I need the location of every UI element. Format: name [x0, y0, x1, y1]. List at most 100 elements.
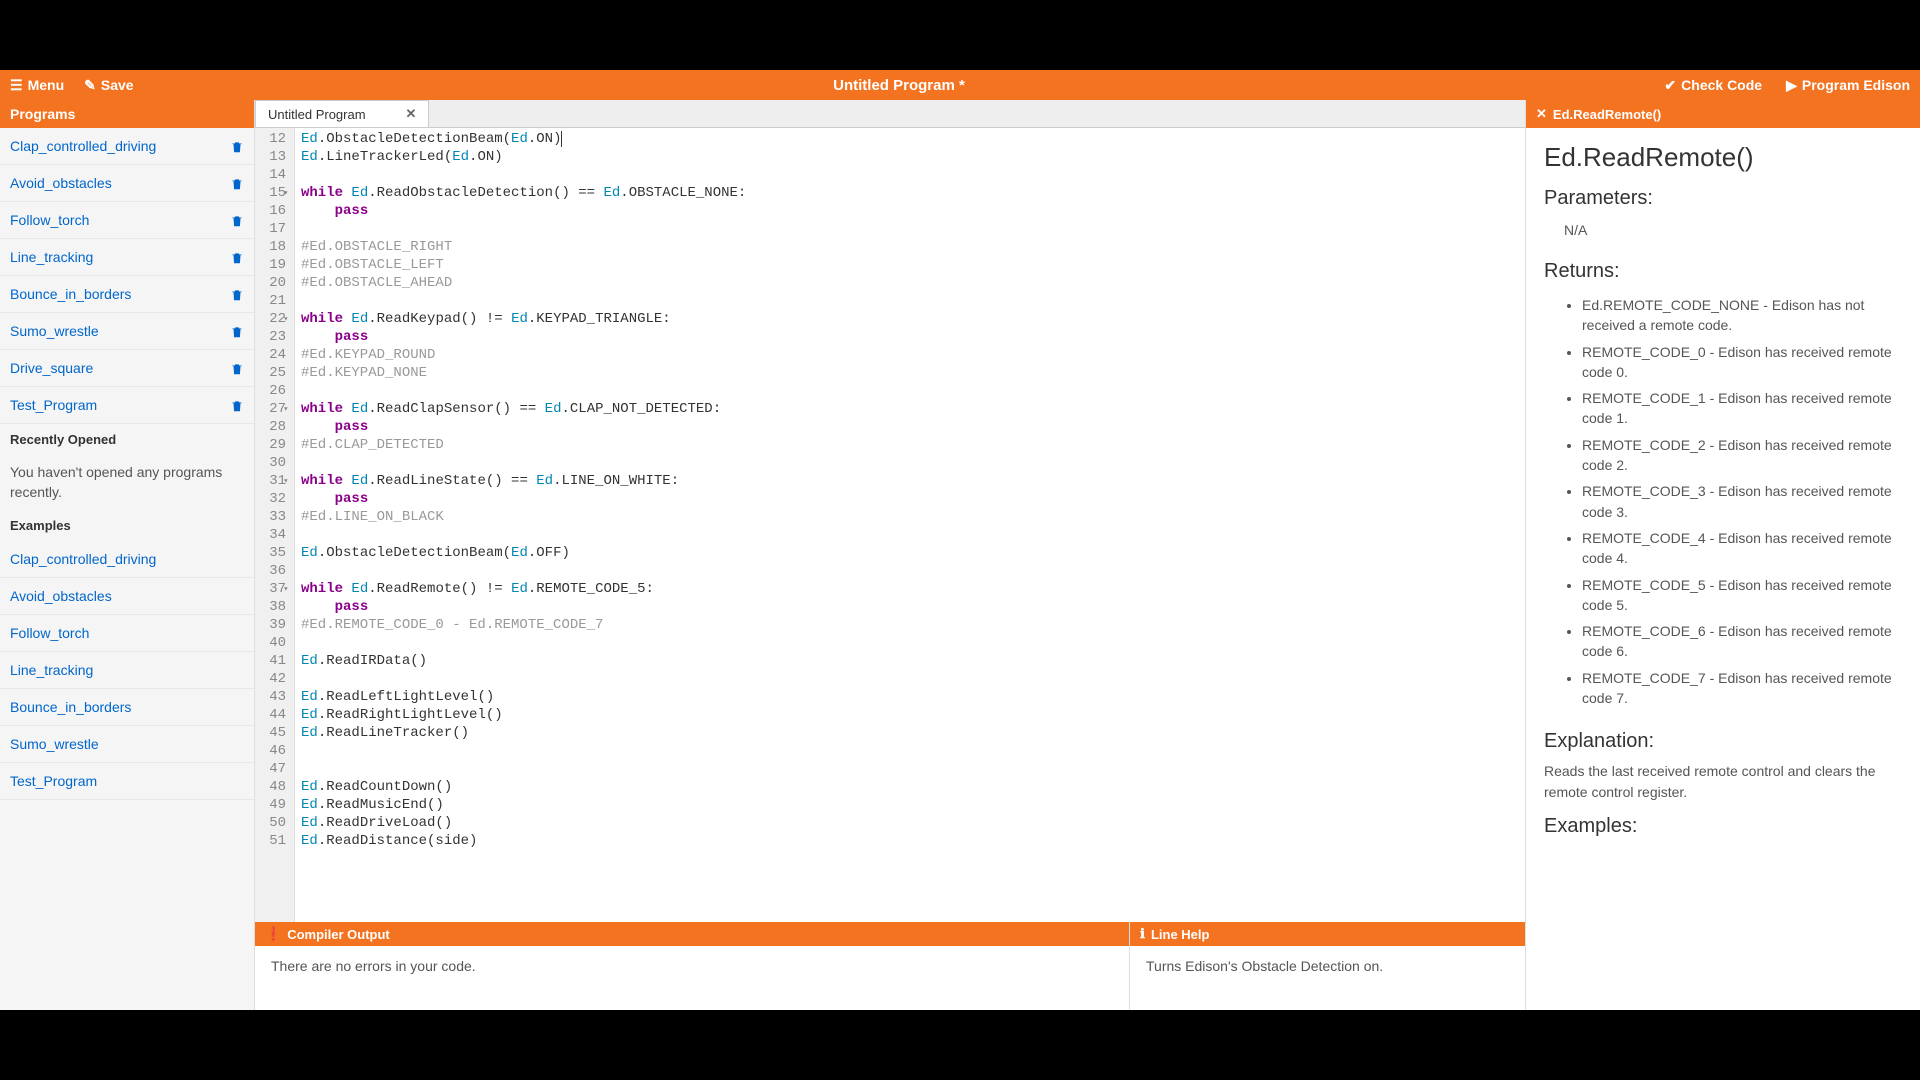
example-link[interactable]: Follow_torch — [10, 625, 89, 641]
code-line[interactable]: Ed.ObstacleDetectionBeam(Ed.OFF) — [301, 544, 1519, 562]
code-line[interactable]: while Ed.ReadLineState() == Ed.LINE_ON_W… — [301, 472, 1519, 490]
trash-icon[interactable] — [230, 286, 244, 302]
code-line[interactable] — [301, 742, 1519, 760]
doc-title: Ed.ReadRemote() — [1544, 142, 1902, 173]
play-icon: ▶ — [1786, 77, 1797, 94]
trash-icon[interactable] — [230, 360, 244, 376]
code-line[interactable]: #Ed.REMOTE_CODE_0 - Ed.REMOTE_CODE_7 — [301, 616, 1519, 634]
tab-title: Untitled Program — [268, 107, 366, 122]
program-link[interactable]: Sumo_wrestle — [10, 323, 99, 339]
menu-button[interactable]: ☰ Menu — [10, 77, 64, 94]
code-line[interactable] — [301, 220, 1519, 238]
code-line[interactable]: pass — [301, 418, 1519, 436]
doc-explanation-text: Reads the last received remote control a… — [1544, 761, 1902, 803]
code-line[interactable]: #Ed.OBSTACLE_AHEAD — [301, 274, 1519, 292]
code-line[interactable] — [301, 562, 1519, 580]
code-line[interactable]: pass — [301, 202, 1519, 220]
code-line[interactable]: pass — [301, 598, 1519, 616]
code-line[interactable]: Ed.ReadRightLightLevel() — [301, 706, 1519, 724]
example-link[interactable]: Line_tracking — [10, 662, 93, 678]
line-number: 37 — [259, 580, 286, 598]
compiler-output-header: ❗ Compiler Output — [255, 922, 1129, 946]
code-line[interactable]: Ed.ReadMusicEnd() — [301, 796, 1519, 814]
code-line[interactable]: Ed.ReadLeftLightLevel() — [301, 688, 1519, 706]
line-number: 20 — [259, 274, 286, 292]
code-line[interactable]: Ed.ReadDistance(side) — [301, 832, 1519, 850]
program-link[interactable]: Clap_controlled_driving — [10, 138, 156, 154]
recent-header: Recently Opened — [0, 424, 254, 455]
gutter: 1213141516171819202122232425262728293031… — [255, 128, 295, 922]
code-line[interactable]: Ed.ObstacleDetectionBeam(Ed.ON) — [301, 130, 1519, 148]
line-number: 38 — [259, 598, 286, 616]
code-line[interactable]: #Ed.CLAP_DETECTED — [301, 436, 1519, 454]
code-line[interactable]: Ed.ReadLineTracker() — [301, 724, 1519, 742]
doc-explanation-heading: Explanation: — [1544, 730, 1902, 753]
code-line[interactable]: pass — [301, 328, 1519, 346]
program-item: Avoid_obstacles — [0, 165, 254, 202]
example-link[interactable]: Avoid_obstacles — [10, 588, 112, 604]
example-link[interactable]: Bounce_in_borders — [10, 699, 131, 715]
code-line[interactable]: Ed.ReadCountDown() — [301, 778, 1519, 796]
code-line[interactable]: pass — [301, 490, 1519, 508]
example-link[interactable]: Test_Program — [10, 773, 97, 789]
code-line[interactable] — [301, 670, 1519, 688]
code-line[interactable]: Ed.LineTrackerLed(Ed.ON) — [301, 148, 1519, 166]
topbar-left: ☰ Menu ✎ Save — [10, 77, 134, 94]
trash-icon[interactable] — [230, 175, 244, 191]
line-number: 34 — [259, 526, 286, 544]
code-line[interactable] — [301, 634, 1519, 652]
example-link[interactable]: Clap_controlled_driving — [10, 551, 156, 567]
program-link[interactable]: Test_Program — [10, 397, 97, 413]
program-item: Clap_controlled_driving — [0, 128, 254, 165]
check-icon: ✔ — [1664, 77, 1676, 94]
code-line[interactable]: Ed.ReadDriveLoad() — [301, 814, 1519, 832]
program-link[interactable]: Line_tracking — [10, 249, 93, 265]
trash-icon[interactable] — [230, 212, 244, 228]
programs-list: Clap_controlled_driving Avoid_obstacles Fo… — [0, 128, 254, 424]
code-line[interactable] — [301, 760, 1519, 778]
doc-returns-list: Ed.REMOTE_CODE_NONE - Edison has not rec… — [1582, 291, 1902, 718]
sidebar-programs-header: Programs — [0, 100, 254, 128]
check-code-button[interactable]: ✔ Check Code — [1664, 77, 1762, 94]
center-column: Untitled Program ✕ 121314151617181920212… — [255, 100, 1525, 1010]
recent-empty-text: You haven't opened any programs recently… — [0, 455, 254, 510]
code-line[interactable]: #Ed.OBSTACLE_RIGHT — [301, 238, 1519, 256]
code-line[interactable]: #Ed.OBSTACLE_LEFT — [301, 256, 1519, 274]
code-line[interactable] — [301, 166, 1519, 184]
tab-close-icon[interactable]: ✕ — [406, 106, 417, 122]
trash-icon[interactable] — [230, 249, 244, 265]
example-link[interactable]: Sumo_wrestle — [10, 736, 99, 752]
program-edison-button[interactable]: ▶ Program Edison — [1786, 77, 1910, 94]
code-line[interactable] — [301, 292, 1519, 310]
line-number: 17 — [259, 220, 286, 238]
trash-icon[interactable] — [230, 397, 244, 413]
code-line[interactable]: while Ed.ReadObstacleDetection() == Ed.O… — [301, 184, 1519, 202]
tab-untitled[interactable]: Untitled Program ✕ — [255, 100, 429, 127]
line-number: 27 — [259, 400, 286, 418]
code-editor[interactable]: 1213141516171819202122232425262728293031… — [255, 128, 1525, 922]
program-link[interactable]: Bounce_in_borders — [10, 286, 131, 302]
code-line[interactable] — [301, 382, 1519, 400]
code-line[interactable]: #Ed.LINE_ON_BLACK — [301, 508, 1519, 526]
save-button[interactable]: ✎ Save — [84, 77, 133, 94]
code-line[interactable]: #Ed.KEYPAD_ROUND — [301, 346, 1519, 364]
trash-icon[interactable] — [230, 138, 244, 154]
program-link[interactable]: Drive_square — [10, 360, 93, 376]
code-line[interactable]: while Ed.ReadKeypad() != Ed.KEYPAD_TRIAN… — [301, 310, 1519, 328]
doc-close-icon[interactable]: ✕ — [1536, 106, 1547, 122]
code-line[interactable]: #Ed.KEYPAD_NONE — [301, 364, 1519, 382]
code-line[interactable]: while Ed.ReadClapSensor() == Ed.CLAP_NOT… — [301, 400, 1519, 418]
program-item: Test_Program — [0, 387, 254, 424]
code-line[interactable]: Ed.ReadIRData() — [301, 652, 1519, 670]
program-link[interactable]: Follow_torch — [10, 212, 89, 228]
program-link[interactable]: Avoid_obstacles — [10, 175, 112, 191]
program-item: Follow_torch — [0, 202, 254, 239]
doc-panel-title: Ed.ReadRemote() — [1553, 107, 1661, 122]
code-line[interactable] — [301, 526, 1519, 544]
code-area[interactable]: Ed.ObstacleDetectionBeam(Ed.ON)Ed.LineTr… — [295, 128, 1525, 922]
code-line[interactable]: while Ed.ReadRemote() != Ed.REMOTE_CODE_… — [301, 580, 1519, 598]
line-number: 29 — [259, 436, 286, 454]
code-line[interactable] — [301, 454, 1519, 472]
trash-icon[interactable] — [230, 323, 244, 339]
return-value-item: REMOTE_CODE_6 - Edison has received remo… — [1582, 621, 1902, 662]
